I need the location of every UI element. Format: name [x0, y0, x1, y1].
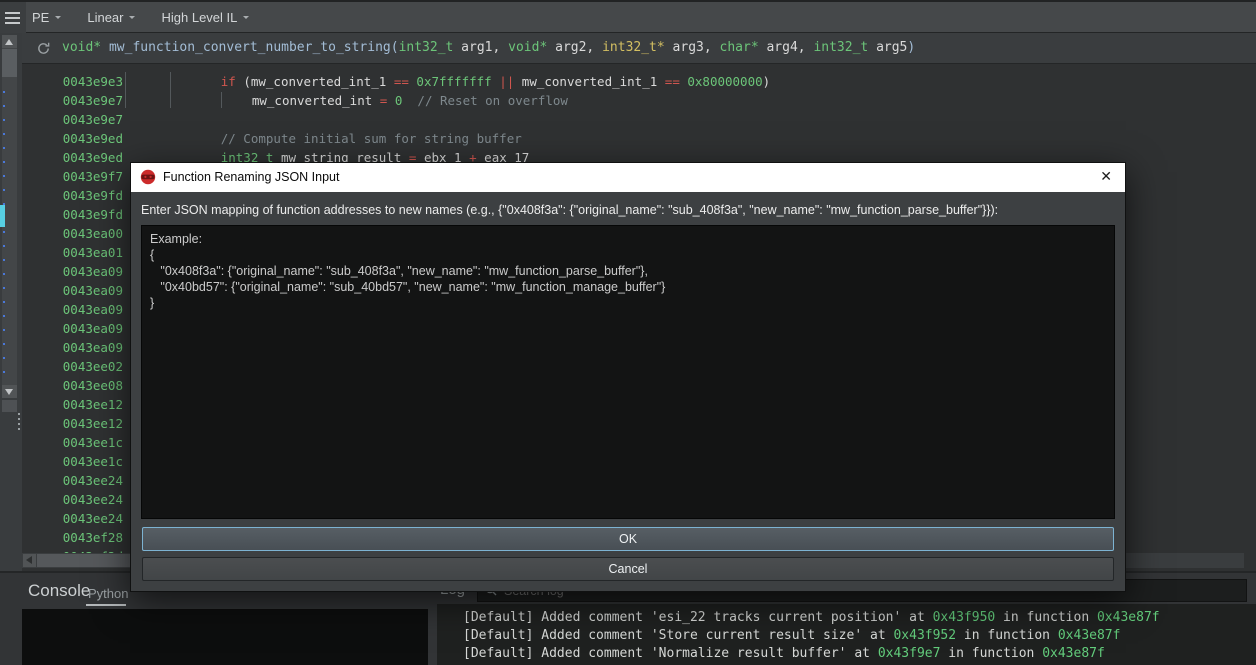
address-cell[interactable]: 0043ea09 [22, 262, 123, 281]
menu-item-linear[interactable]: Linear [87, 10, 135, 25]
scrollbar-secondary-thumb[interactable] [2, 400, 17, 412]
dialog-prompt-text: Enter JSON mapping of function addresses… [141, 203, 998, 217]
current-position-marker [0, 205, 5, 227]
address-cell[interactable]: 0043ef28 [22, 528, 123, 547]
horizontal-scrollbar-thumb[interactable] [37, 554, 132, 567]
menu-item-pe-label: PE [32, 10, 49, 25]
address-cell[interactable]: 0043e9ed [22, 129, 123, 148]
dialog-title: Function Renaming JSON Input [163, 170, 339, 184]
address-cell[interactable]: 0043ee02 [22, 357, 123, 376]
cancel-button[interactable]: Cancel [142, 557, 1114, 581]
panel-resize-grip[interactable] [18, 413, 20, 431]
address-cell[interactable]: 0043e9e7 [22, 110, 123, 129]
menu-item-linear-label: Linear [87, 10, 123, 25]
address-cell[interactable]: 0043ee24 [22, 509, 123, 528]
menu-items: PE Linear High Level IL [32, 2, 249, 33]
address-cell[interactable]: 0043ee12 [22, 414, 123, 433]
address-cell[interactable]: 0043ee1c [22, 452, 123, 471]
close-icon[interactable]: ✕ [1100, 168, 1112, 185]
scrollbar-annotation-marks [3, 91, 5, 376]
code-line[interactable]: // Compute initial sum for string buffer [123, 129, 522, 148]
binary-ninja-window: PE Linear High Level IL [0, 0, 1256, 665]
refresh-icon[interactable] [36, 41, 51, 56]
code-row[interactable]: 0043e9e7 [22, 110, 1256, 129]
address-cell[interactable]: 0043ee24 [22, 471, 123, 490]
address-cell[interactable]: 0043e9fd [22, 186, 123, 205]
block-indicator-line [170, 72, 171, 108]
log-output[interactable]: [Default] Added comment 'esi_22 tracks c… [437, 604, 1256, 665]
scroll-left-arrow-icon[interactable] [23, 554, 36, 567]
address-cell[interactable]: 0043ea00 [22, 224, 123, 243]
active-tab-underline [86, 604, 126, 606]
scroll-up-arrow-icon[interactable] [2, 35, 17, 48]
log-line[interactable]: [Default] Added comment 'Store current r… [463, 627, 1256, 645]
log-line[interactable]: [Default] Added comment 'Normalize resul… [463, 645, 1256, 663]
code-row[interactable]: 0043e9e3 if (mw_converted_int_1 == 0x7ff… [22, 72, 1256, 91]
menu-bar: PE Linear High Level IL [0, 0, 1256, 33]
code-row[interactable]: 0043e9e7 mw_converted_int = 0 // Reset o… [22, 91, 1256, 110]
menu-item-hlil-label: High Level IL [161, 10, 237, 25]
function-signature[interactable]: void* mw_function_convert_number_to_stri… [62, 40, 915, 55]
log-line[interactable]: [Default] Added comment 'esi_22 tracks c… [463, 609, 1256, 627]
python-console[interactable] [22, 609, 428, 665]
address-cell[interactable]: 0043ee24 [22, 490, 123, 509]
address-cell[interactable]: 0043ea09 [22, 300, 123, 319]
chevron-down-icon [55, 16, 61, 22]
chevron-down-icon [129, 16, 135, 22]
menu-item-pe[interactable]: PE [32, 10, 61, 25]
address-cell[interactable]: 0043ee08 [22, 376, 123, 395]
address-cell[interactable]: 0043ea01 [22, 243, 123, 262]
function-renaming-dialog: Function Renaming JSON Input ✕ Enter JSO… [130, 162, 1126, 592]
address-cell[interactable]: 0043e9e3 [22, 72, 123, 91]
console-panel-title: Console [28, 581, 90, 601]
scroll-down-arrow-icon[interactable] [2, 385, 17, 398]
code-line[interactable]: if (mw_converted_int_1 == 0x7fffffff || … [123, 72, 770, 91]
left-sidebar [0, 33, 22, 571]
chevron-down-icon [243, 16, 249, 22]
address-cell[interactable]: 0043ee12 [22, 395, 123, 414]
code-line[interactable] [123, 110, 153, 129]
code-row[interactable]: 0043e9ed // Compute initial sum for stri… [22, 129, 1256, 148]
hamburger-menu-icon[interactable] [0, 2, 26, 33]
binary-ninja-logo-icon [140, 169, 156, 185]
tab-python[interactable]: Python [88, 586, 128, 601]
address-cell[interactable]: 0043ea09 [22, 281, 123, 300]
address-cell[interactable]: 0043e9e7 [22, 91, 123, 110]
address-cell[interactable]: 0043e9ed [22, 148, 123, 167]
ok-button[interactable]: OK [142, 527, 1114, 551]
vertical-scrollbar-thumb[interactable] [2, 49, 17, 77]
dialog-title-bar[interactable]: Function Renaming JSON Input ✕ [131, 163, 1125, 192]
block-indicator-line [125, 72, 126, 108]
function-signature-bar: void* mw_function_convert_number_to_stri… [22, 33, 1256, 64]
address-cell[interactable]: 0043ea09 [22, 338, 123, 357]
menu-item-hlil[interactable]: High Level IL [161, 10, 249, 25]
address-cell[interactable]: 0043e9fd [22, 205, 123, 224]
address-cell[interactable]: 0043ee1c [22, 433, 123, 452]
json-input-textarea[interactable]: Example: { "0x408f3a": {"original_name":… [141, 225, 1115, 519]
code-line[interactable]: mw_converted_int = 0 // Reset on overflo… [123, 91, 568, 110]
address-cell[interactable]: 0043e9f7 [22, 167, 123, 186]
address-cell[interactable]: 0043ea09 [22, 319, 123, 338]
